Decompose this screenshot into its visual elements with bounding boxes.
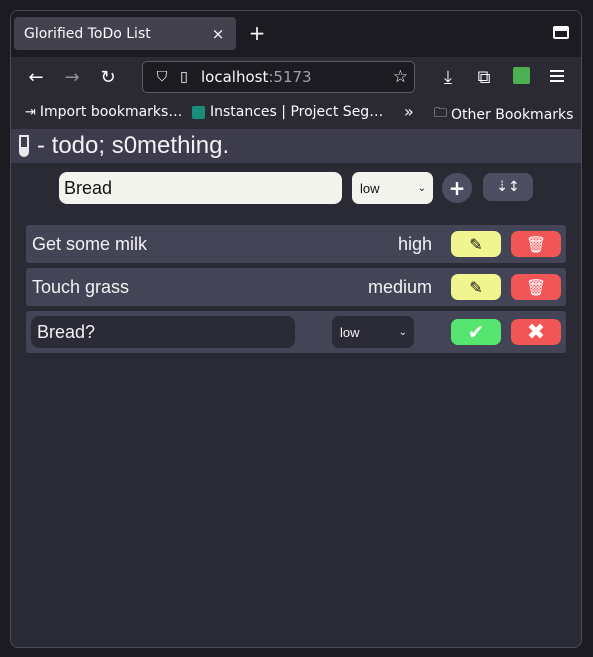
puzzle-icon: ⧉ <box>477 66 491 88</box>
new-priority-select[interactable]: low ⌄ <box>352 172 433 204</box>
delete-button[interactable]: 🗑 <box>511 274 561 300</box>
trash-icon: 🗑 <box>525 234 547 254</box>
tab-title: Glorified ToDo List <box>24 25 151 42</box>
edit-icon: ✎ <box>469 277 483 297</box>
page-content: - todo; s0mething. Bread low ⌄ + ⇣↕ Get … <box>11 129 581 647</box>
bookmark-instances[interactable]: Instances | Project Seg… <box>192 104 383 120</box>
edit-todo-input[interactable]: Bread? <box>31 316 295 348</box>
nav-toolbar: ← → ↻ ⛉ ▯ localhost:5173 ☆ ⤓ ⧉ <box>11 57 581 97</box>
hamburger-menu-icon[interactable] <box>550 70 564 82</box>
page-title: - todo; s0mething. <box>37 132 230 159</box>
page-icon: ▯ <box>180 69 188 85</box>
todo-item: Touch grass medium ✎ 🗑 <box>26 268 566 306</box>
new-priority-value: low <box>360 180 380 196</box>
new-todo-input[interactable]: Bread <box>59 172 342 204</box>
new-tab-button[interactable]: + <box>245 23 269 43</box>
tab-list-icon[interactable] <box>553 26 569 39</box>
cancel-edit-button[interactable]: ✖ <box>511 319 561 345</box>
add-todo-form: Bread low ⌄ + ⇣↕ <box>11 163 581 209</box>
forward-button[interactable]: → <box>60 65 84 89</box>
trash-icon: 🗑 <box>525 277 547 297</box>
chevron-down-icon: ⌄ <box>398 326 407 338</box>
star-icon[interactable]: ☆ <box>393 67 408 87</box>
delete-button[interactable]: 🗑 <box>511 231 561 257</box>
tab-strip: Glorified ToDo List × + <box>11 11 581 57</box>
edit-button[interactable]: ✎ <box>451 231 501 257</box>
tab-active[interactable]: Glorified ToDo List × <box>14 17 236 50</box>
todo-priority: high <box>397 234 432 254</box>
shield-icon[interactable]: ⛉ <box>151 69 173 85</box>
download-button[interactable]: ⤓ <box>436 65 460 89</box>
todo-priority: medium <box>367 277 432 297</box>
bookmark-import-label: Import bookmarks… <box>39 104 183 120</box>
bookmark-instances-label: Instances | Project Seg… <box>210 104 384 120</box>
url-bar[interactable]: ⛉ ▯ localhost:5173 ☆ <box>142 61 415 93</box>
import-icon: ⇥ <box>25 104 36 120</box>
sort-button[interactable]: ⇣↕ <box>483 173 533 201</box>
todo-item-editing: Bread? low ⌄ ✔ ✖ <box>26 311 566 353</box>
todo-text: Get some milk <box>32 234 148 254</box>
extensions-button[interactable]: ⧉ <box>472 65 496 89</box>
todo-item: Get some milk high ✎ 🗑 <box>26 225 566 263</box>
sort-icon: ⇣↕ <box>496 179 520 195</box>
page-header: - todo; s0mething. <box>11 129 581 163</box>
bookmarks-overflow-icon[interactable]: » <box>404 102 414 121</box>
download-icon: ⤓ <box>444 66 452 88</box>
extension-icon[interactable] <box>513 67 530 84</box>
back-button[interactable]: ← <box>24 65 48 89</box>
add-todo-button[interactable]: + <box>442 173 472 203</box>
confirm-edit-button[interactable]: ✔ <box>451 319 501 345</box>
reload-icon: ↻ <box>100 66 116 88</box>
bookmark-import[interactable]: ⇥ Import bookmarks… <box>25 104 182 120</box>
edit-priority-select[interactable]: low ⌄ <box>332 316 414 348</box>
check-icon: ✔ <box>467 320 485 344</box>
bookmark-other-label: Other Bookmarks <box>451 107 574 123</box>
edit-button[interactable]: ✎ <box>451 274 501 300</box>
arrow-left-icon: ← <box>28 66 44 88</box>
url-port: :5173 <box>268 68 312 86</box>
edit-icon: ✎ <box>469 234 483 254</box>
url-host: localhost <box>201 68 269 86</box>
edit-priority-value: low <box>340 324 360 340</box>
chevron-down-icon: ⌄ <box>417 182 426 194</box>
todo-text: Touch grass <box>32 277 130 297</box>
arrow-right-icon: → <box>64 66 80 88</box>
browser-window: Glorified ToDo List × + ← → ↻ ⛉ ▯ localh… <box>10 10 582 648</box>
close-icon: ✖ <box>526 319 546 345</box>
bookmarks-toolbar: ⇥ Import bookmarks… Instances | Project … <box>11 97 581 129</box>
reload-button[interactable]: ↻ <box>96 65 120 89</box>
flask-icon <box>19 135 29 157</box>
folder-icon: 🗀 <box>434 106 448 121</box>
favicon-icon <box>192 105 205 119</box>
close-tab-icon[interactable]: × <box>210 25 226 43</box>
bookmark-other[interactable]: 🗀 Other Bookmarks <box>434 104 573 126</box>
